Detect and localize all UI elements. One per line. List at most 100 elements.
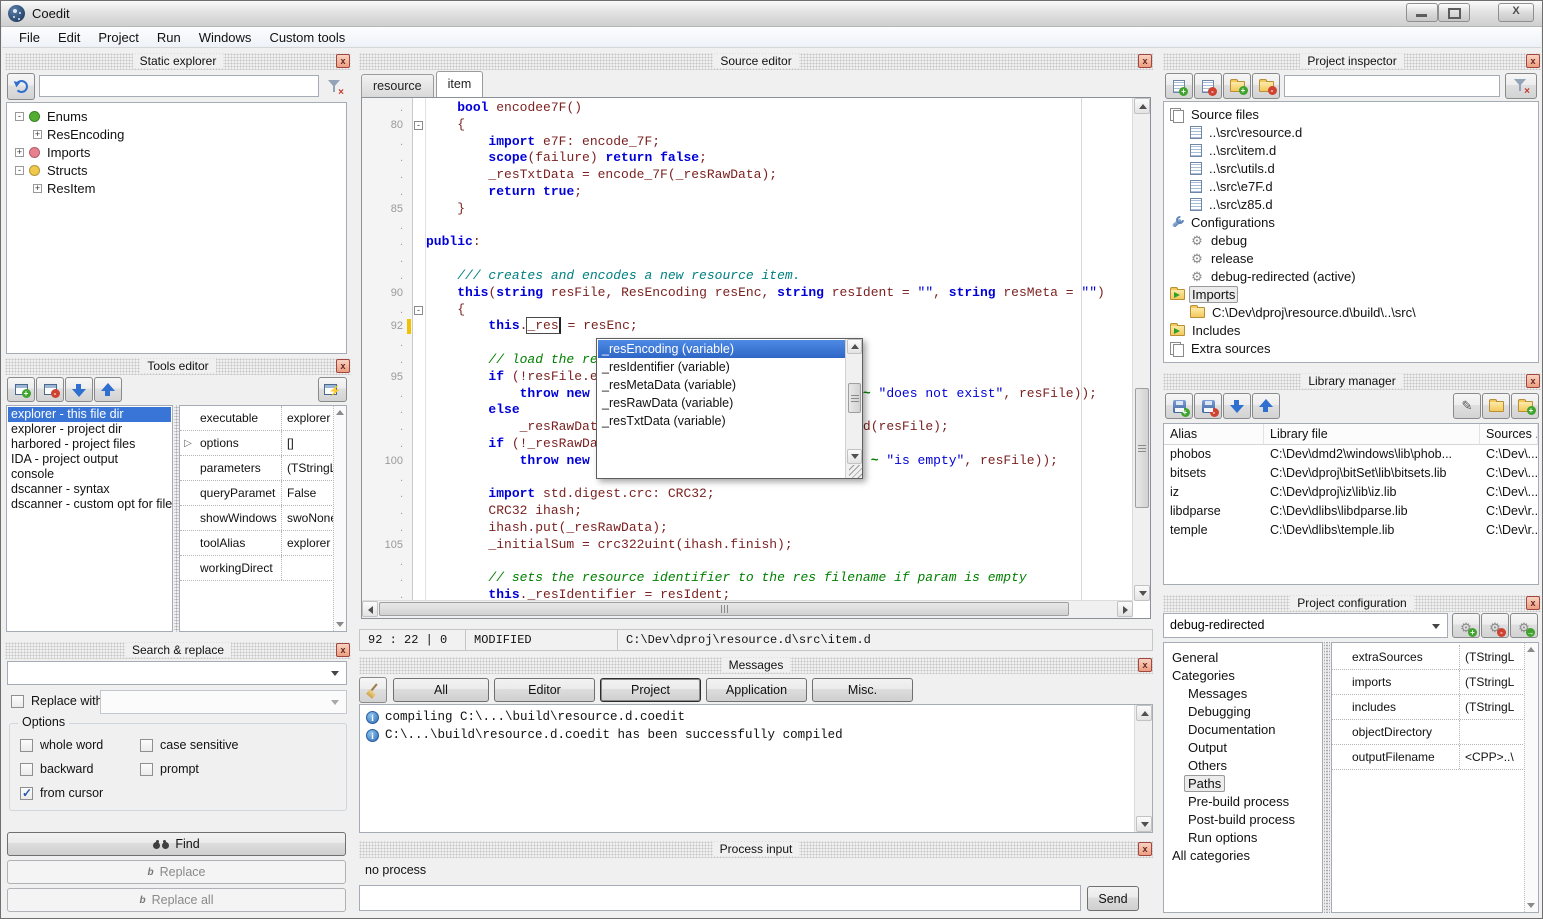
library-add-folder-button[interactable]: + xyxy=(1511,393,1539,419)
library-row[interactable]: templeC:\Dev\dlibs\temple.libC:\Dev\r... xyxy=(1164,521,1538,540)
add-source-button[interactable]: + xyxy=(1165,73,1193,99)
tool-list-item[interactable]: explorer - project dir xyxy=(8,422,171,437)
project-tree-item[interactable]: Extra sources xyxy=(1164,339,1538,357)
property-row[interactable]: toolAliasexplorer xyxy=(180,531,334,556)
filter-project[interactable]: Project xyxy=(600,678,701,702)
clone-config-button[interactable]: → xyxy=(1510,613,1538,638)
config-category-item[interactable]: Run options xyxy=(1164,828,1322,846)
project-tree-item[interactable]: Configurations xyxy=(1164,213,1538,231)
send-button[interactable]: Send xyxy=(1087,886,1139,911)
remove-tool-button[interactable]: - xyxy=(36,377,64,402)
library-row[interactable]: bitsetsC:\Dev\dproj\bitSet\lib\bitsets.l… xyxy=(1164,464,1538,483)
tool-list-item[interactable]: harbored - project files xyxy=(8,437,171,452)
config-category-item[interactable]: Output xyxy=(1164,738,1322,756)
symbol-tree-item[interactable]: +ResEncoding xyxy=(7,125,346,143)
fold-marker-icon[interactable]: - xyxy=(414,121,423,130)
completion-item[interactable]: _resRawData (variable) xyxy=(598,394,845,412)
project-tree-item[interactable]: ..\src\utils.d xyxy=(1164,159,1538,177)
config-category-item[interactable]: Pre-build process xyxy=(1164,792,1322,810)
completion-item[interactable]: _resTxtData (variable) xyxy=(598,412,845,430)
config-category-item[interactable]: Messages xyxy=(1164,684,1322,702)
property-row[interactable]: imports(TStringL xyxy=(1332,670,1525,695)
config-grid-scrollbar[interactable] xyxy=(1524,643,1538,912)
title-bar[interactable]: Coedit X xyxy=(1,1,1542,27)
move-library-up-button[interactable] xyxy=(1252,393,1280,419)
popup-resize-grip[interactable] xyxy=(849,465,862,478)
replace-term-combo[interactable] xyxy=(100,690,347,714)
project-tree-item[interactable]: Includes xyxy=(1164,321,1538,339)
project-tree-item[interactable]: ..\src\item.d xyxy=(1164,141,1538,159)
menu-project[interactable]: Project xyxy=(89,28,147,47)
replace-with-option[interactable]: Replace with xyxy=(11,694,103,708)
menu-run[interactable]: Run xyxy=(148,28,190,47)
message-line[interactable]: icompiling C:\...\build\resource.d.coedi… xyxy=(362,708,1134,726)
edit-library-button[interactable] xyxy=(1453,393,1481,419)
property-row[interactable]: workingDirect xyxy=(180,556,334,581)
project-tree-item[interactable]: debug xyxy=(1164,231,1538,249)
tool-list-item[interactable]: explorer - this file dir xyxy=(8,407,171,422)
property-row[interactable]: outputFilename<CPP>..\ xyxy=(1332,745,1525,770)
filter-all[interactable]: All xyxy=(393,678,489,702)
inspector-clear-filter-button[interactable] xyxy=(1505,73,1537,99)
project-tree-item[interactable]: ..\src\e7F.d xyxy=(1164,177,1538,195)
inspector-filter-input[interactable] xyxy=(1284,75,1500,97)
property-row[interactable]: queryParametFalse xyxy=(180,481,334,506)
popup-scroll-thumb[interactable] xyxy=(848,383,861,413)
add-folder-button[interactable]: + xyxy=(1223,73,1251,99)
project-tree-item[interactable]: ..\src\resource.d xyxy=(1164,123,1538,141)
property-row[interactable]: objectDirectory xyxy=(1332,720,1525,745)
menu-custom-tools[interactable]: Custom tools xyxy=(260,28,354,47)
menu-windows[interactable]: Windows xyxy=(190,28,261,47)
messages-scroll-up[interactable] xyxy=(1136,705,1152,721)
search-option[interactable]: case sensitive xyxy=(140,738,239,752)
library-row[interactable]: phobosC:\Dev\dmd2\windows\lib\phob...C:\… xyxy=(1164,445,1538,464)
config-category-item[interactable]: All categories xyxy=(1164,846,1322,864)
add-library-button[interactable]: + xyxy=(1165,393,1193,419)
clear-messages-button[interactable] xyxy=(359,677,387,703)
configuration-selector[interactable]: debug-redirected xyxy=(1163,613,1448,638)
tool-list-item[interactable]: console xyxy=(8,467,171,482)
process-input-field[interactable] xyxy=(359,885,1081,911)
config-category-item[interactable]: Debugging xyxy=(1164,702,1322,720)
message-line[interactable]: iC:\...\build\resource.d.coedit has been… xyxy=(362,726,1134,744)
search-term-combo[interactable] xyxy=(7,661,347,685)
filter-misc[interactable]: Misc. xyxy=(812,678,913,702)
symbol-tree-item[interactable]: +ResItem xyxy=(7,179,346,197)
project-tree-item[interactable]: Source files xyxy=(1164,105,1538,123)
symbol-tree-item[interactable]: -Enums xyxy=(7,107,346,125)
scroll-left-button[interactable] xyxy=(362,601,378,617)
close-button[interactable]: X xyxy=(1498,3,1534,22)
project-inspector-close-icon[interactable]: x xyxy=(1526,54,1540,68)
editor-vscrollbar[interactable] xyxy=(1132,98,1150,601)
scroll-down-button[interactable] xyxy=(1134,585,1150,601)
messages-scroll-down[interactable] xyxy=(1136,816,1152,832)
tools-editor-close-icon[interactable]: x xyxy=(336,359,350,373)
completion-item[interactable]: _resEncoding (variable) xyxy=(598,340,845,358)
tab-item[interactable]: item xyxy=(436,71,484,97)
search-option[interactable]: backward xyxy=(20,762,94,776)
search-option[interactable]: whole word xyxy=(20,738,103,752)
library-manager-close-icon[interactable]: x xyxy=(1526,374,1540,388)
project-tree-item[interactable]: C:\Dev\dproj\resource.d\build\..\src\ xyxy=(1164,303,1538,321)
messages-scrollbar[interactable] xyxy=(1134,705,1152,832)
tool-list-item[interactable]: dscanner - syntax xyxy=(8,482,171,497)
popup-scroll-down[interactable] xyxy=(847,449,862,464)
replace-all-button[interactable]: bReplace all xyxy=(7,888,346,912)
search-option[interactable]: prompt xyxy=(140,762,199,776)
remove-config-button[interactable]: - xyxy=(1481,613,1509,638)
move-library-down-button[interactable] xyxy=(1223,393,1251,419)
static-explorer-close-icon[interactable]: x xyxy=(336,54,350,68)
add-tool-button[interactable]: + xyxy=(7,377,35,402)
project-tree-item[interactable]: debug-redirected (active) xyxy=(1164,267,1538,285)
messages-close-icon[interactable]: x xyxy=(1138,658,1152,672)
maximize-button[interactable] xyxy=(1438,3,1470,22)
editor-hscrollbar[interactable] xyxy=(362,600,1133,618)
tool-list-item[interactable]: IDA - project output xyxy=(8,452,171,467)
config-splitter[interactable] xyxy=(1324,642,1330,913)
config-category-item[interactable]: Paths xyxy=(1164,774,1322,792)
project-tree-item[interactable]: release xyxy=(1164,249,1538,267)
tool-list-item[interactable]: dscanner - custom opt for file xyxy=(8,497,171,512)
fold-marker-icon[interactable]: - xyxy=(414,306,423,315)
refresh-button[interactable] xyxy=(7,73,35,100)
vscroll-thumb[interactable] xyxy=(1135,388,1149,508)
